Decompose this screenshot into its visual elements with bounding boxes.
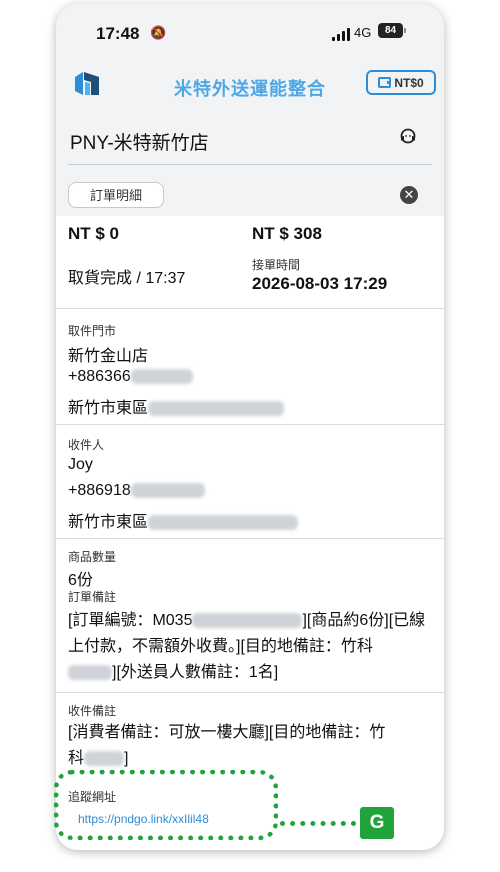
redacted-text [130, 369, 193, 385]
recipient-note-line-2: 科] [68, 746, 434, 772]
recipient-name: Joy [68, 456, 93, 473]
redacted-text [148, 515, 299, 531]
close-icon[interactable]: ✕ [400, 186, 418, 204]
redacted-text [148, 401, 285, 417]
pickup-address: 新竹市東區 [68, 400, 149, 417]
tab-order-detail[interactable]: 訂單明細 [68, 182, 164, 208]
item-count: 6份 [68, 572, 93, 589]
status-time: 17:48 [96, 24, 140, 43]
recipient-note-label: 收件備註 [68, 704, 117, 718]
recipient-label: 收件人 [68, 438, 105, 452]
pickup-phone: +886366 [68, 368, 131, 385]
section-divider [56, 538, 444, 539]
order-note-suffix: ][商品約6份][已線 [302, 612, 426, 629]
accept-time-label: 接單時間 [252, 258, 301, 272]
order-note: [訂單編號：M035 ][商品約6份][已線 上付款，不需額外收費。][目的地備註… [68, 608, 434, 686]
recipient-address: 新竹市東區 [68, 514, 149, 531]
accept-time: 2026-08-03 17:29 [252, 274, 388, 293]
order-note-line-2: 上付款，不需額外收費。][目的地備註：竹科 [68, 638, 373, 655]
section-divider [56, 308, 444, 309]
redacted-text [192, 613, 303, 629]
signal-icon [332, 28, 350, 41]
store-name: PNY-米特新竹店 [70, 133, 209, 154]
pickup-label: 取件門市 [68, 324, 117, 338]
order-amount: NT $ 308 [252, 224, 322, 243]
app-bar: 米特外送運能整合 NT$0 [56, 62, 444, 106]
pickup-phone-row: +886366 [68, 368, 193, 386]
recipient-note-prefix: 科 [68, 750, 85, 767]
phone-screen: 17:48 🔕 4G 84 米特外送運能整合 NT$0 PNY-米特新竹店 訂單… [56, 4, 444, 850]
status-bar: 17:48 🔕 4G 84 [56, 4, 444, 60]
battery-icon: 84 [378, 23, 403, 38]
pickup-store: 新竹金山店 [68, 348, 149, 365]
order-detail-card: NT $ 0 NT $ 308 取貨完成 / 17:37 接單時間 2026-0… [56, 216, 444, 850]
section-divider [56, 424, 444, 425]
recipient-note-line-1: [消費者備註：可放一樓大廳][目的地備註：竹 [68, 724, 386, 741]
order-note-tail: ][外送員人數備註：1名] [112, 664, 279, 681]
store-header: PNY-米特新竹店 [56, 114, 444, 162]
recipient-address-row: 新竹市東區 [68, 508, 299, 532]
order-note-line-1: [訂單編號：M035 ][商品約6份][已線 [68, 608, 434, 634]
item-count-label: 商品數量 [68, 550, 117, 564]
wallet-button[interactable]: NT$0 [366, 70, 436, 95]
recipient-note: [消費者備註：可放一樓大廳][目的地備註：竹 科] [68, 720, 434, 772]
network-type: 4G [354, 25, 372, 40]
redacted-text [84, 751, 125, 767]
header-divider [68, 164, 432, 165]
annotation-badge: G [360, 807, 394, 839]
redacted-text [130, 483, 205, 499]
annotation-connector [280, 821, 356, 826]
recipient-phone: +886918 [68, 482, 131, 499]
annotation-highlight-box [54, 770, 278, 840]
wallet-balance: NT$0 [394, 75, 424, 90]
recipient-note-suffix: ] [124, 750, 129, 767]
customer-service-icon[interactable] [398, 126, 418, 146]
delivery-status: 取貨完成 / 17:37 [68, 270, 186, 287]
bell-slash-icon: 🔕 [150, 25, 167, 40]
order-note-line-3: ][外送員人數備註：1名] [68, 660, 434, 686]
order-note-label: 訂單備註 [68, 590, 117, 604]
battery-tip [404, 28, 406, 33]
pickup-address-row: 新竹市東區 [68, 394, 285, 418]
order-note-prefix: [訂單編號：M035 [68, 612, 193, 629]
amount-collected: NT $ 0 [68, 224, 120, 243]
wallet-icon [378, 77, 392, 88]
detail-tab-row: 訂單明細 ✕ [56, 180, 444, 214]
redacted-text [68, 665, 112, 681]
recipient-phone-row: +886918 [68, 482, 205, 500]
section-divider [56, 692, 444, 693]
